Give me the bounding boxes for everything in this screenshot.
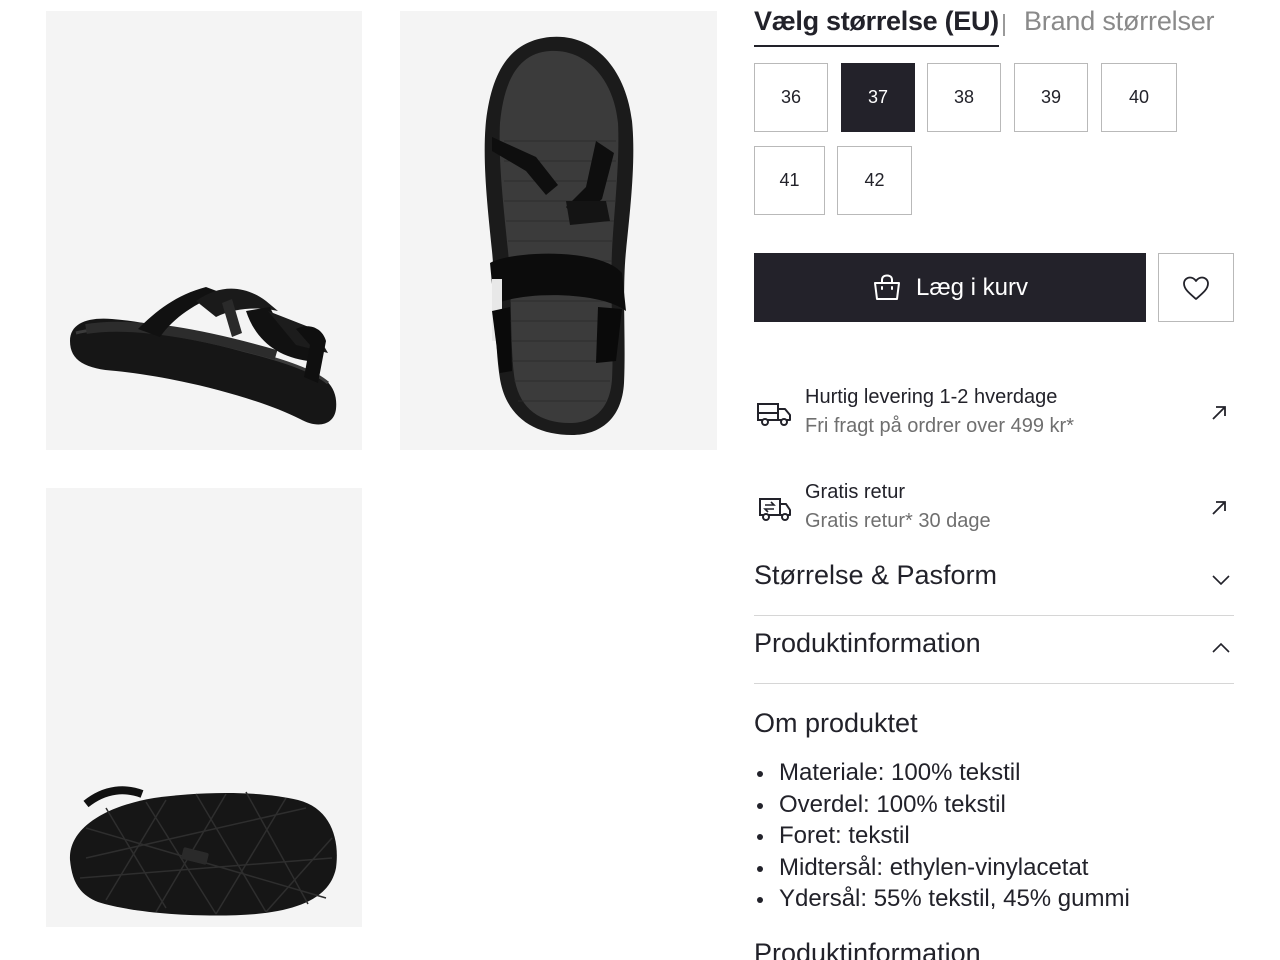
- accordion-size-fit-title: Størrelse & Pasform: [754, 560, 998, 590]
- chevron-down-icon: [1212, 575, 1230, 586]
- wishlist-button[interactable]: [1158, 253, 1234, 322]
- product-image-side[interactable]: [46, 11, 362, 450]
- returns-title: Gratis retur: [805, 481, 906, 503]
- delivery-title: Hurtig levering 1-2 hverdage: [805, 386, 1058, 408]
- sandal-top-view-image: [484, 36, 634, 435]
- chevron-up-icon: [1212, 642, 1230, 653]
- product-image-top[interactable]: [400, 11, 717, 450]
- truck-icon: [757, 403, 791, 426]
- list-item: Midtersål: ethylen-vinylacetat: [754, 852, 1130, 884]
- add-to-cart-label: Læg i kurv: [915, 273, 1029, 301]
- return-truck-icon: [759, 498, 791, 521]
- list-item: Materiale: 100% tekstil: [754, 757, 1130, 789]
- add-to-cart-button[interactable]: Læg i kurv: [754, 253, 1146, 322]
- list-item: Overdel: 100% tekstil: [754, 789, 1130, 821]
- size-option-42[interactable]: 42: [837, 146, 912, 215]
- external-arrow-icon: [1212, 406, 1226, 420]
- sandal-side-view-image: [70, 287, 337, 425]
- size-option-39[interactable]: 39: [1014, 63, 1088, 132]
- tab-brand-sizes[interactable]: Brand størrelser: [1024, 6, 1215, 37]
- product-image-sole[interactable]: [46, 488, 362, 927]
- size-tabs: Vælg størrelse (EU) Brand størrelser: [754, 6, 1234, 50]
- sandal-sole-view-image: [69, 786, 337, 916]
- product-information-heading: Produktinformation: [754, 938, 981, 960]
- size-option-40[interactable]: 40: [1101, 63, 1177, 132]
- tab-eu-sizes[interactable]: Vælg størrelse (EU): [754, 6, 999, 47]
- returns-info-row[interactable]: Gratis retur Gratis retur* 30 dage: [754, 479, 1234, 543]
- list-item: Ydersål: 55% tekstil, 45% gummi: [754, 883, 1130, 915]
- shopping-bag-icon: [873, 273, 900, 300]
- returns-subtitle: Gratis retur* 30 dage: [805, 510, 991, 532]
- size-option-38[interactable]: 38: [927, 63, 1001, 132]
- external-arrow-icon: [1212, 501, 1226, 515]
- size-option-36[interactable]: 36: [754, 63, 828, 132]
- about-product-list: Materiale: 100% tekstil Overdel: 100% te…: [754, 757, 1130, 915]
- tab-separator: [1003, 14, 1005, 36]
- list-item: Foret: tekstil: [754, 820, 1130, 852]
- delivery-info-row[interactable]: Hurtig levering 1-2 hverdage Fri fragt p…: [754, 384, 1234, 448]
- delivery-subtitle: Fri fragt på ordrer over 499 kr*: [805, 415, 1074, 437]
- about-product-heading: Om produktet: [754, 708, 918, 738]
- heart-icon: [1183, 276, 1209, 300]
- accordion-size-fit[interactable]: Størrelse & Pasform: [754, 548, 1234, 616]
- accordion-product-info-title: Produktinformation: [754, 628, 981, 658]
- accordion-product-info[interactable]: Produktinformation: [754, 616, 1234, 684]
- size-option-37[interactable]: 37: [841, 63, 915, 132]
- size-option-41[interactable]: 41: [754, 146, 825, 215]
